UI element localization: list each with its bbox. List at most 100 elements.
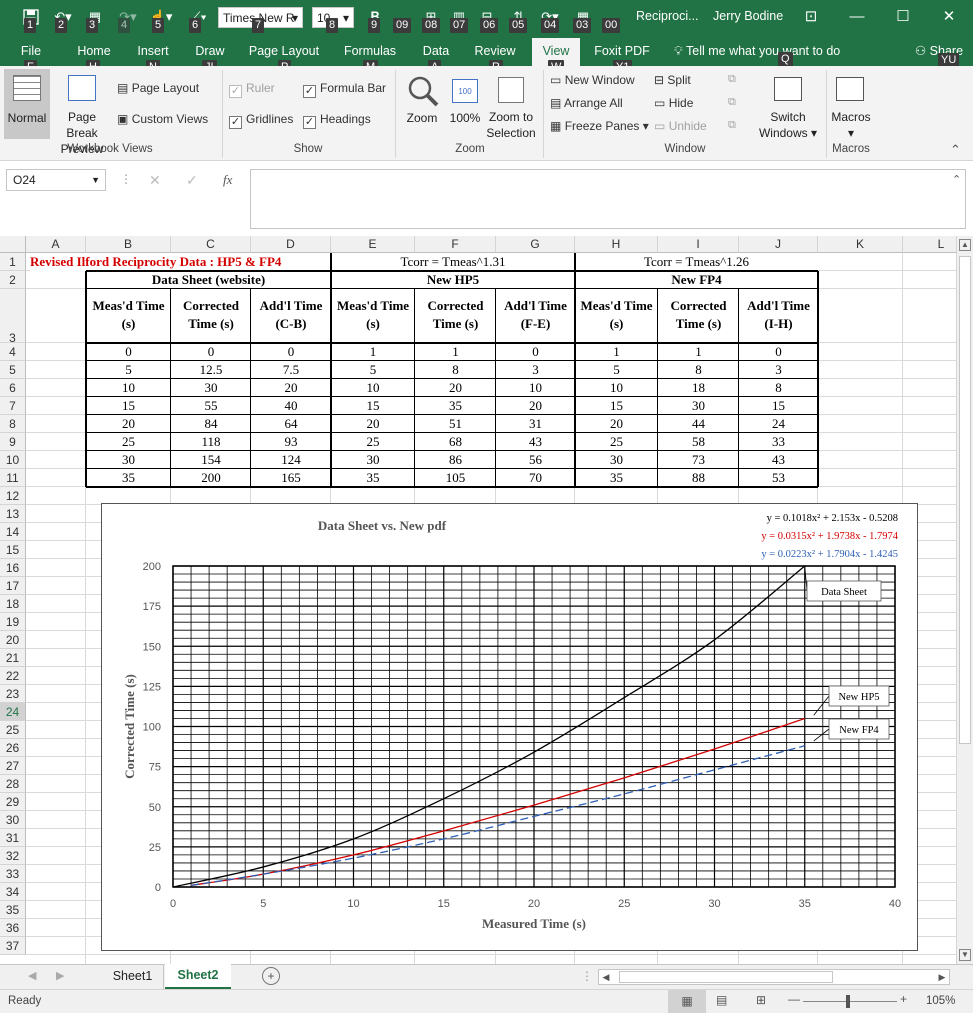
row-header[interactable]: 1 [0, 253, 26, 271]
zoom-100-button[interactable]: 100 100% [446, 69, 484, 139]
data-cell[interactable]: 105 [415, 469, 496, 487]
row-header[interactable]: 5 [0, 361, 26, 379]
data-cell[interactable]: 8 [739, 379, 818, 397]
row-header[interactable]: 37 [0, 937, 26, 955]
data-cell[interactable]: 124 [251, 451, 331, 469]
data-cell[interactable]: 30 [86, 451, 171, 469]
data-cell[interactable]: 0 [739, 343, 818, 361]
headings-checkbox[interactable]: ✓ Headings [303, 112, 371, 129]
fp4-formula[interactable]: Tcorr = Tmeas^1.26 [575, 253, 818, 271]
formula-bar-checkbox[interactable]: ✓ Formula Bar [303, 81, 386, 98]
data-cell[interactable]: 58 [658, 433, 739, 451]
row-header[interactable]: 28 [0, 775, 26, 793]
row-header[interactable]: 10 [0, 451, 26, 469]
data-cell[interactable]: 68 [415, 433, 496, 451]
row-header[interactable]: 32 [0, 847, 26, 865]
select-all-corner[interactable] [0, 236, 26, 253]
chart-area[interactable]: 0 5 10 15 20 25 30 35 40 0 25 50 75 100 125 150 175 200 Da… [101, 503, 918, 951]
data-cell[interactable]: 0 [251, 343, 331, 361]
data-cell[interactable]: 56 [496, 451, 575, 469]
row-header[interactable]: 31 [0, 829, 26, 847]
vertical-scrollbar[interactable]: ▲ ▼ [956, 236, 973, 964]
data-cell[interactable]: 20 [86, 415, 171, 433]
data-cell[interactable]: 154 [171, 451, 251, 469]
zoom-slider[interactable] [803, 1001, 897, 1002]
row-header[interactable]: 35 [0, 901, 26, 919]
data-cell[interactable]: 51 [415, 415, 496, 433]
enter-icon[interactable]: ✓ [186, 172, 198, 189]
column-header[interactable]: I [658, 236, 739, 253]
data-cell[interactable]: 15 [739, 397, 818, 415]
horizontal-scrollbar[interactable]: ◀ ▶ [598, 969, 950, 985]
data-cell[interactable]: 20 [331, 415, 415, 433]
data-cell[interactable]: 30 [658, 397, 739, 415]
column-heading[interactable]: Meas'd Time (s) [575, 289, 658, 343]
row-header[interactable]: 21 [0, 649, 26, 667]
data-cell[interactable]: 1 [331, 343, 415, 361]
user-name[interactable]: Jerry Bodine [713, 9, 783, 23]
column-heading[interactable]: Add'l Time (F-E) [496, 289, 575, 343]
zoom-slider-thumb[interactable] [846, 995, 850, 1008]
hide-button[interactable]: ▭ Hide [654, 96, 693, 110]
column-heading[interactable]: Corrected Time (s) [658, 289, 739, 343]
data-cell[interactable]: 31 [496, 415, 575, 433]
data-cell[interactable]: 20 [575, 415, 658, 433]
data-cell[interactable]: 3 [739, 361, 818, 379]
data-cell[interactable]: 15 [331, 397, 415, 415]
data-cell[interactable]: 0 [86, 343, 171, 361]
zoom-to-selection-button[interactable]: Zoom to Selection [486, 69, 536, 141]
row-header[interactable]: 25 [0, 721, 26, 739]
data-cell[interactable]: 25 [331, 433, 415, 451]
sheet-tab-sheet2[interactable]: Sheet2 [165, 964, 231, 989]
split-button[interactable]: ⊟ Split [654, 73, 691, 87]
zoom-out-icon[interactable]: — [788, 992, 800, 1006]
row-header[interactable]: 6 [0, 379, 26, 397]
tell-me-box[interactable]: 💡︎ Tell me what you want to do [674, 38, 854, 66]
data-cell[interactable]: 200 [171, 469, 251, 487]
expand-formula-icon[interactable]: ⌃ [952, 173, 961, 186]
row-header[interactable]: 7 [0, 397, 26, 415]
data-cell[interactable]: 20 [496, 397, 575, 415]
row-header[interactable]: 3 [0, 289, 26, 345]
drag-handle-icon[interactable]: ⋮ [120, 172, 132, 186]
row-header[interactable]: 18 [0, 595, 26, 613]
row-header[interactable]: 19 [0, 613, 26, 631]
data-cell[interactable]: 8 [658, 361, 739, 379]
column-header[interactable]: H [575, 236, 658, 253]
sheet-title[interactable]: Revised Ilford Reciprocity Data : HP5 & … [30, 253, 330, 271]
data-cell[interactable]: 64 [251, 415, 331, 433]
row-header[interactable]: 16 [0, 559, 26, 577]
worksheet-grid[interactable]: A B C D E F G H I J K L 1 2 3 4 5 6 7 8 9 10 11 12 13 14 15 16 17 18 1… [0, 236, 973, 964]
data-cell[interactable]: 33 [739, 433, 818, 451]
ruler-checkbox[interactable]: ✓ Ruler [229, 81, 275, 98]
row-header[interactable]: 11 [0, 469, 26, 487]
row-header[interactable]: 9 [0, 433, 26, 451]
row-header[interactable]: 13 [0, 505, 26, 523]
group-header[interactable]: New HP5 [331, 271, 575, 289]
data-cell[interactable]: 15 [86, 397, 171, 415]
data-cell[interactable]: 35 [575, 469, 658, 487]
freeze-panes-button[interactable]: ▦ Freeze Panes ▾ [550, 119, 649, 133]
data-cell[interactable]: 55 [171, 397, 251, 415]
data-cell[interactable]: 30 [331, 451, 415, 469]
data-cell[interactable]: 1 [575, 343, 658, 361]
data-cell[interactable]: 1 [415, 343, 496, 361]
new-window-button[interactable]: ▭ New Window [550, 73, 635, 87]
scroll-right-icon[interactable]: ▶ [56, 969, 64, 982]
column-header[interactable]: C [171, 236, 251, 253]
data-cell[interactable]: 12.5 [171, 361, 251, 379]
zoom-button[interactable]: Zoom [402, 69, 442, 139]
page-layout-status-icon[interactable]: ▤ [716, 993, 727, 1007]
data-cell[interactable]: 43 [496, 433, 575, 451]
data-cell[interactable]: 20 [251, 379, 331, 397]
row-header[interactable]: 22 [0, 667, 26, 685]
maximize-icon[interactable]: ☐ [880, 0, 926, 32]
data-cell[interactable]: 20 [415, 379, 496, 397]
row-header[interactable]: 36 [0, 919, 26, 937]
formula-input[interactable] [250, 169, 966, 229]
row-header[interactable]: 4 [0, 343, 26, 361]
data-cell[interactable]: 44 [658, 415, 739, 433]
data-cell[interactable]: 5 [575, 361, 658, 379]
data-cell[interactable]: 88 [658, 469, 739, 487]
row-header[interactable]: 12 [0, 487, 26, 505]
